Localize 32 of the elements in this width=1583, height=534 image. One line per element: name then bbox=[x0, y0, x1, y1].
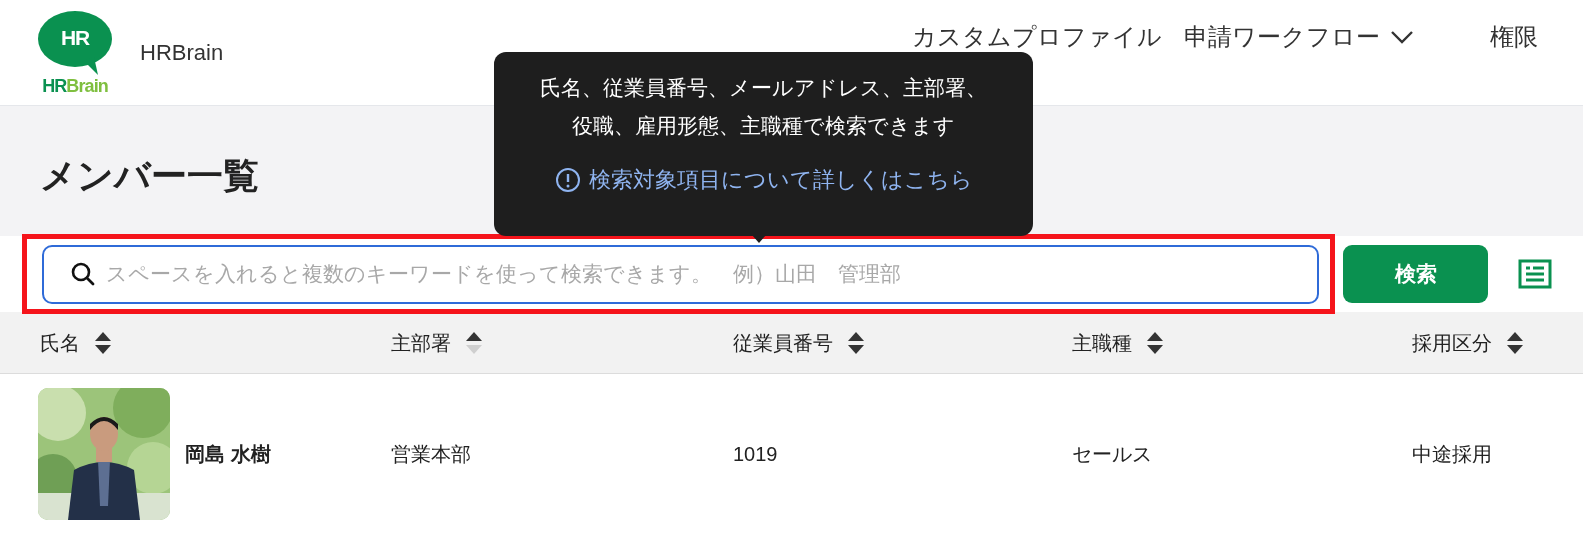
table-cell-text: 中途採用 bbox=[1412, 442, 1493, 467]
brand-name: HRBrain bbox=[140, 39, 224, 67]
help-link[interactable]: 検索対象項目について詳しくはこちら bbox=[554, 163, 973, 196]
info-icon bbox=[554, 166, 581, 193]
table-cell-text: 1019 bbox=[733, 442, 779, 467]
search-icon bbox=[70, 261, 96, 287]
speech-bubble-icon bbox=[38, 10, 112, 75]
nav-link[interactable]: 申請ワークフロー bbox=[1184, 22, 1414, 52]
nav-link[interactable]: カスタムプロファイル bbox=[912, 22, 1162, 52]
sort-icon[interactable] bbox=[847, 330, 865, 355]
tooltip-text: 役職、雇用形態、主職種で検索できます bbox=[572, 113, 955, 139]
sort-icon[interactable] bbox=[94, 330, 112, 355]
logo-wordmark: HRBrain bbox=[42, 76, 108, 95]
search-input[interactable]: スペースを入れると複数のキーワードを使って検索できます。 例）山田 管理部 bbox=[106, 258, 1291, 290]
sort-icon[interactable] bbox=[1506, 330, 1524, 355]
column-header[interactable]: 採用区分 bbox=[1412, 327, 1492, 358]
column-header[interactable]: 従業員番号 bbox=[733, 327, 833, 358]
column-header[interactable]: 氏名 bbox=[40, 327, 80, 358]
tooltip-text: 氏名、従業員番号、メールアドレス、主部署、 bbox=[540, 75, 987, 101]
column-header[interactable]: 主職種 bbox=[1072, 327, 1132, 358]
list-view-icon[interactable] bbox=[1518, 259, 1552, 289]
table-cell-text: 営業本部 bbox=[391, 442, 472, 467]
search-button[interactable]: 検索 bbox=[1343, 245, 1488, 303]
logo-badge-text: HR bbox=[59, 24, 91, 51]
member-name: 岡島 水樹 bbox=[185, 442, 271, 467]
nav-link[interactable]: 権限 bbox=[1490, 22, 1538, 52]
table-cell-text: セールス bbox=[1072, 442, 1153, 467]
page-title: メンバー一覧 bbox=[40, 154, 259, 198]
column-header[interactable]: 主部署 bbox=[391, 327, 451, 358]
sort-icon[interactable] bbox=[1146, 330, 1164, 355]
sort-icon[interactable] bbox=[465, 330, 483, 355]
search-field[interactable]: スペースを入れると複数のキーワードを使って検索できます。 例）山田 管理部 bbox=[42, 244, 1319, 304]
